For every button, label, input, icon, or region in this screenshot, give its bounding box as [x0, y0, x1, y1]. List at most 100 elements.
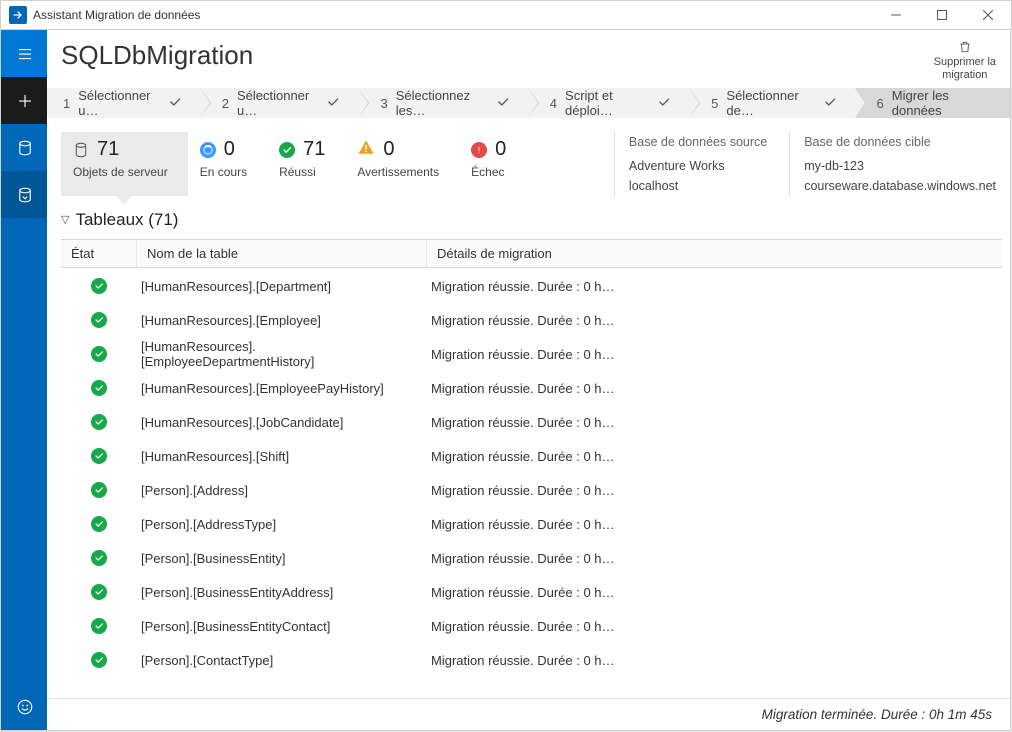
stat-objects-value: 71: [97, 138, 119, 161]
stat-progress-label: En cours: [200, 165, 247, 179]
stat-in-progress[interactable]: 0 En cours: [188, 132, 267, 196]
row-details: Migration réussie. Durée : 0 h…: [427, 347, 1002, 362]
assessment-button[interactable]: [1, 124, 48, 171]
table-row[interactable]: [Person].[BusinessEntity]Migration réuss…: [61, 541, 1002, 575]
col-status-header[interactable]: État: [61, 240, 137, 267]
page-title: SQLDbMigration: [61, 40, 253, 71]
col-name-header[interactable]: Nom de la table: [137, 240, 427, 267]
source-server: localhost: [629, 176, 767, 196]
table-row[interactable]: [Person].[ContactType]Migration réussie.…: [61, 643, 1002, 677]
success-icon: [91, 618, 107, 634]
target-db-info: Base de données cible my-db-123 coursewa…: [789, 132, 996, 196]
stat-fail-value: 0: [495, 138, 506, 161]
row-table-name: [Person].[BusinessEntityContact]: [137, 619, 427, 634]
row-status: [61, 312, 137, 328]
step-5[interactable]: 5Sélectionner de…: [689, 88, 854, 118]
minimize-button[interactable]: [873, 0, 919, 30]
delete-migration-label: Supprimer la migration: [934, 56, 996, 81]
step-number: 4: [550, 96, 557, 111]
maximize-button[interactable]: [919, 0, 965, 30]
row-details: Migration réussie. Durée : 0 h…: [427, 517, 1002, 532]
step-1[interactable]: 1Sélectionner u…: [47, 88, 200, 118]
check-icon: [657, 95, 671, 112]
table-row[interactable]: [Person].[AddressType]Migration réussie.…: [61, 507, 1002, 541]
table-body[interactable]: [HumanResources].[Department]Migration r…: [61, 269, 1002, 698]
row-details: Migration réussie. Durée : 0 h…: [427, 313, 1002, 328]
stat-success-value: 71: [303, 138, 325, 161]
row-details: Migration réussie. Durée : 0 h…: [427, 551, 1002, 566]
row-status: [61, 516, 137, 532]
target-server: courseware.database.windows.net: [804, 176, 996, 196]
progress-icon: [200, 142, 216, 158]
steps-breadcrumb: 1Sélectionner u…2Sélectionner u…3Sélecti…: [47, 88, 1010, 118]
table-row[interactable]: [Person].[Address]Migration réussie. Dur…: [61, 473, 1002, 507]
stats-row: 71 Objets de serveur 0 En cours 71 Réuss…: [47, 118, 1010, 206]
row-status: [61, 652, 137, 668]
step-label: Migrer les données: [892, 88, 992, 118]
row-status: [61, 380, 137, 396]
success-icon: [91, 482, 107, 498]
table-row[interactable]: [HumanResources].[EmployeeDepartmentHist…: [61, 337, 1002, 371]
app-icon: [9, 6, 27, 24]
step-number: 6: [877, 96, 884, 111]
table-row[interactable]: [Person].[BusinessEntityContact]Migratio…: [61, 609, 1002, 643]
step-number: 3: [380, 96, 387, 111]
hamburger-button[interactable]: [1, 30, 48, 77]
row-details: Migration réussie. Durée : 0 h…: [427, 653, 1002, 668]
feedback-button[interactable]: [1, 683, 48, 730]
stat-success[interactable]: 71 Réussi: [267, 132, 345, 196]
collapse-icon: ▽: [61, 213, 69, 226]
row-details: Migration réussie. Durée : 0 h…: [427, 483, 1002, 498]
step-3[interactable]: 3Sélectionnez les…: [358, 88, 527, 118]
stat-objects-label: Objets de serveur: [73, 165, 168, 179]
titlebar: Assistant Migration de données: [0, 0, 1012, 30]
table-row[interactable]: [HumanResources].[Employee]Migration réu…: [61, 303, 1002, 337]
status-bar: Migration terminée. Durée : 0h 1m 45s: [47, 698, 1010, 730]
step-number: 5: [711, 96, 718, 111]
stat-failed[interactable]: 0 Échec: [459, 132, 526, 196]
source-db-name: Adventure Works: [629, 156, 767, 176]
tables-section-header[interactable]: ▽ Tableaux (71): [47, 206, 1010, 238]
stat-warnings[interactable]: 0 Avertissements: [345, 132, 459, 196]
row-table-name: [Person].[ContactType]: [137, 653, 427, 668]
stat-fail-label: Échec: [471, 165, 506, 179]
row-details: Migration réussie. Durée : 0 h…: [427, 585, 1002, 600]
step-6[interactable]: 6 Migrer les données: [855, 88, 1010, 118]
success-icon: [91, 380, 107, 396]
delete-migration-button[interactable]: Supprimer la migration: [934, 40, 996, 82]
migration-button[interactable]: [1, 171, 48, 218]
step-label: Script et déploi…: [565, 88, 653, 118]
success-icon: [91, 584, 107, 600]
success-icon: [91, 312, 107, 328]
step-4[interactable]: 4 Script et déploi…: [528, 88, 689, 118]
table-row[interactable]: [HumanResources].[Department]Migration r…: [61, 269, 1002, 303]
new-button[interactable]: [1, 77, 48, 124]
row-table-name: [HumanResources].[EmployeePayHistory]: [137, 381, 427, 396]
row-details: Migration réussie. Durée : 0 h…: [427, 279, 1002, 294]
row-status: [61, 414, 137, 430]
source-heading: Base de données source: [629, 132, 767, 152]
row-table-name: [HumanResources].[Employee]: [137, 313, 427, 328]
stat-objects[interactable]: 71 Objets de serveur: [61, 132, 188, 196]
close-button[interactable]: [965, 0, 1011, 30]
check-icon: [823, 95, 837, 112]
success-icon: [91, 278, 107, 294]
step-label: Sélectionner u…: [237, 88, 323, 118]
row-status: [61, 278, 137, 294]
stat-success-label: Réussi: [279, 165, 325, 179]
left-rail: [0, 30, 47, 731]
step-2[interactable]: 2Sélectionner u…: [200, 88, 359, 118]
table-row[interactable]: [HumanResources].[EmployeePayHistory]Mig…: [61, 371, 1002, 405]
row-table-name: [HumanResources].[JobCandidate]: [137, 415, 427, 430]
window-title: Assistant Migration de données: [33, 8, 200, 22]
table-row[interactable]: [Person].[BusinessEntityAddress]Migratio…: [61, 575, 1002, 609]
row-details: Migration réussie. Durée : 0 h…: [427, 415, 1002, 430]
check-icon: [326, 95, 340, 112]
stat-warn-label: Avertissements: [357, 165, 439, 179]
table-row[interactable]: [HumanResources].[Shift]Migration réussi…: [61, 439, 1002, 473]
row-details: Migration réussie. Durée : 0 h…: [427, 449, 1002, 464]
table-header: État Nom de la table Détails de migratio…: [61, 239, 1002, 268]
table-row[interactable]: [HumanResources].[JobCandidate]Migration…: [61, 405, 1002, 439]
main-panel: SQLDbMigration Supprimer la migration 1S…: [47, 30, 1011, 731]
col-details-header[interactable]: Détails de migration: [427, 240, 1002, 267]
